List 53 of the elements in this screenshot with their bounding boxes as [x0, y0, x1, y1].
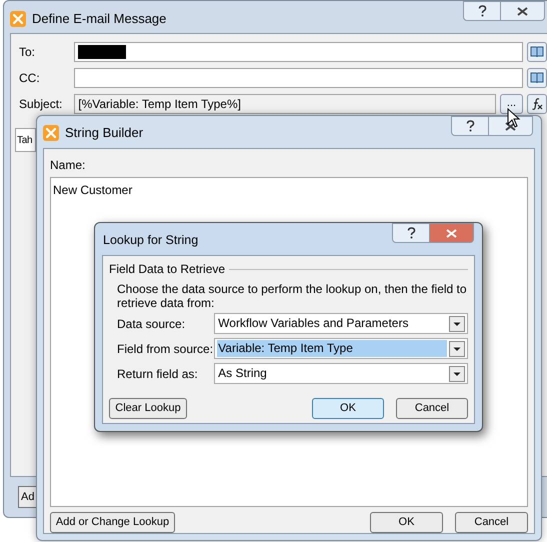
dialog-button[interactable]: OK — [370, 512, 443, 533]
close-button[interactable] — [489, 116, 533, 136]
browse-button[interactable]: ... — [500, 94, 523, 114]
close-button[interactable] — [501, 1, 545, 21]
field-label: CC: — [19, 70, 41, 86]
tools-icon — [10, 10, 26, 27]
dialog-button[interactable]: OK — [312, 398, 384, 419]
instructions: Choose the data source to perform the lookup on, then the field to retrieve data from: — [116, 282, 468, 310]
field-value: [%Variable: Temp Item Type%] — [78, 96, 241, 112]
help-button[interactable] — [392, 223, 430, 243]
dialog-button[interactable]: Clear Lookup — [109, 398, 187, 419]
field-label: Data source: — [117, 316, 186, 332]
address-field[interactable] — [74, 68, 524, 88]
dropdown[interactable]: Variable: Temp Item Type — [214, 338, 468, 359]
field-value: Tah — [17, 134, 32, 148]
window-title: String Builder — [65, 124, 144, 142]
help-icon — [466, 120, 474, 132]
window-title: Define E-mail Message — [32, 10, 166, 28]
function-icon — [531, 98, 543, 110]
dropdown[interactable]: Workflow Variables and Parameters — [214, 313, 468, 334]
field-label: Return field as: — [117, 366, 199, 382]
help-icon — [406, 227, 416, 239]
dropdown-value: Variable: Temp Item Type — [217, 340, 447, 357]
formula-button[interactable] — [527, 94, 547, 114]
group-title: Field Data to Retrieve — [109, 261, 226, 278]
close-icon — [446, 228, 457, 238]
help-button[interactable] — [463, 1, 501, 21]
close-icon — [517, 6, 528, 16]
text-content: New Customer — [53, 183, 132, 197]
close-icon — [505, 122, 516, 130]
window-title: Lookup for String — [103, 232, 198, 249]
address-book-button[interactable] — [527, 68, 547, 88]
field-label: Subject: — [19, 96, 64, 112]
text-field[interactable]: Tah — [15, 128, 36, 152]
subject-field[interactable]: [%Variable: Temp Item Type%] — [74, 94, 496, 114]
dialog-button[interactable]: Ad — [18, 486, 37, 508]
dialog-button[interactable]: Cancel — [396, 398, 468, 419]
name-label: Name: — [50, 157, 86, 174]
field-label: Field from source: — [117, 340, 214, 358]
dropdown[interactable]: As String — [214, 363, 468, 384]
address-field[interactable] — [74, 42, 524, 62]
dropdown-value: As String — [217, 365, 268, 382]
help-icon — [478, 5, 486, 17]
address-book-button[interactable] — [527, 42, 547, 62]
book-icon — [530, 46, 544, 57]
tools-icon — [43, 124, 59, 141]
cursor-icon — [507, 108, 521, 128]
book-icon — [530, 72, 544, 83]
help-button[interactable] — [451, 116, 489, 136]
dialog-button[interactable]: Cancel — [455, 512, 528, 533]
dialog-button[interactable]: Add or Change Lookup — [50, 512, 175, 533]
field-label: To: — [19, 44, 36, 60]
dropdown-value: Workflow Variables and Parameters — [217, 315, 410, 332]
